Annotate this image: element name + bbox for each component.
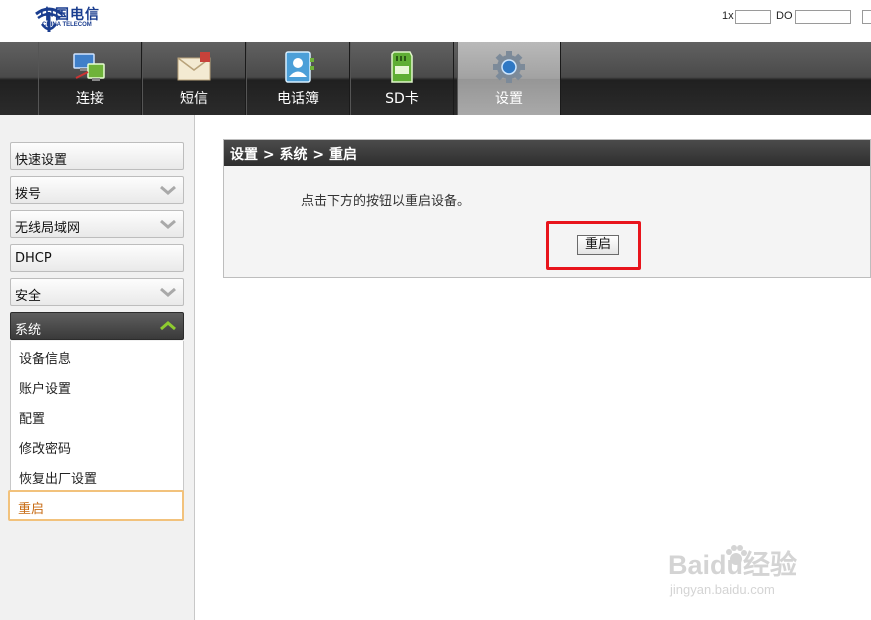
signal-extra-indicator — [862, 10, 871, 24]
submenu-item-factory-reset[interactable]: 恢复出厂设置 — [19, 468, 97, 487]
nav-label: 连接 — [76, 91, 104, 107]
sidebar-item-system[interactable]: 系统 — [10, 312, 184, 340]
watermark-sub: jingyan.baidu.com — [670, 582, 775, 597]
breadcrumb: 设置 > 系统 > 重启 — [230, 147, 357, 163]
phonebook-icon — [285, 51, 314, 83]
sidebar-item-wlan[interactable]: 无线局域网 — [10, 210, 184, 238]
sidebar: 快速设置 拨号 无线局域网 DHCP 安全 系统 设备信息 账户设置 配置 修改… — [0, 115, 195, 620]
signal-1x-label: 1x — [722, 10, 734, 22]
network-connect-icon — [73, 53, 105, 81]
reboot-button[interactable]: 重启 — [577, 235, 619, 255]
brand-name-cn: 中国电信 — [40, 7, 100, 23]
submenu-item-configuration[interactable]: 配置 — [19, 408, 45, 427]
nav-label: 设置 — [495, 91, 523, 107]
baidu-watermark: Baidu经验 jingyan.baidu.com — [668, 543, 828, 603]
header: 中国电信 CHINA TELECOM 1x DO — [0, 0, 871, 42]
sidebar-item-label: 拨号 — [15, 187, 42, 202]
chevron-down-icon — [160, 185, 176, 195]
sd-card-icon — [391, 51, 413, 83]
nav-item-sdcard[interactable]: SD卡 — [350, 42, 454, 115]
nav-label: 电话簿 — [277, 91, 319, 107]
chevron-down-icon — [160, 287, 176, 297]
main-nav: 连接 短信 电话簿 SD卡 设置 — [0, 42, 871, 115]
sidebar-item-label: 安全 — [15, 289, 42, 304]
submenu-item-label: 重启 — [18, 502, 45, 517]
nav-item-sms[interactable]: 短信 — [142, 42, 246, 115]
reboot-panel: 设置 > 系统 > 重启 点击下方的按钮以重启设备。 重启 — [223, 139, 871, 278]
sidebar-item-label: 快速设置 — [15, 153, 68, 168]
chevron-up-icon — [160, 321, 176, 331]
envelope-icon — [177, 52, 211, 81]
panel-header: 设置 > 系统 > 重启 — [224, 140, 870, 166]
signal-do-indicator — [795, 10, 851, 24]
sidebar-item-label: 系统 — [15, 323, 42, 338]
submenu-item-reboot[interactable]: 重启 — [8, 490, 184, 521]
nav-item-phonebook[interactable]: 电话簿 — [246, 42, 350, 115]
reboot-instruction: 点击下方的按钮以重启设备。 — [301, 194, 471, 209]
gear-icon — [493, 51, 525, 83]
sidebar-item-quick-setup[interactable]: 快速设置 — [10, 142, 184, 170]
nav-label: 短信 — [180, 91, 208, 107]
chevron-down-icon — [160, 219, 176, 229]
sidebar-item-label: 无线局域网 — [15, 221, 81, 236]
submenu-item-change-password[interactable]: 修改密码 — [19, 438, 71, 457]
sidebar-item-label: DHCP — [15, 251, 52, 266]
submenu-item-account-settings[interactable]: 账户设置 — [19, 378, 71, 397]
nav-label: SD卡 — [385, 91, 419, 107]
sidebar-item-dhcp[interactable]: DHCP — [10, 244, 184, 272]
paw-icon — [726, 545, 747, 565]
sidebar-item-security[interactable]: 安全 — [10, 278, 184, 306]
signal-do-label: DO — [776, 10, 793, 22]
submenu-item-device-info[interactable]: 设备信息 — [19, 348, 71, 367]
nav-item-connect[interactable]: 连接 — [38, 42, 142, 115]
signal-1x-indicator — [735, 10, 771, 24]
nav-item-settings[interactable]: 设置 — [457, 42, 561, 115]
brand-name-en: CHINA TELECOM — [42, 22, 92, 28]
sidebar-item-dialup[interactable]: 拨号 — [10, 176, 184, 204]
